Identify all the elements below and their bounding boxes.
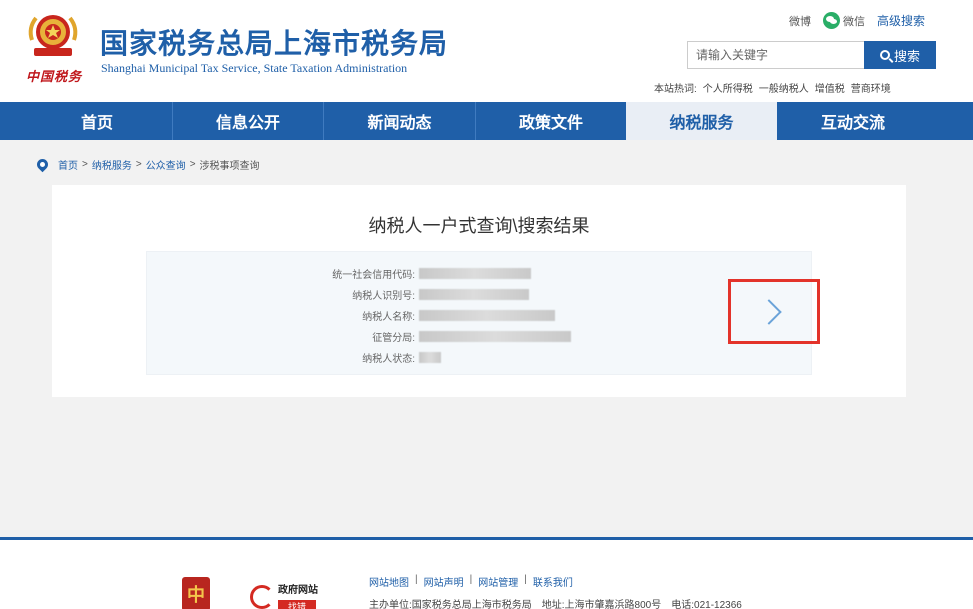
hot-terms: 本站热词: 个人所得税 一般纳税人 增值税 营商环境: [654, 80, 891, 95]
hot-term[interactable]: 个人所得税: [703, 80, 753, 95]
footer-host: 主办单位:国家税务总局上海市税务局: [369, 600, 532, 609]
footer-phone: 电话:021-12366: [671, 600, 742, 609]
hot-term[interactable]: 一般纳税人: [759, 80, 809, 95]
nav-item-news[interactable]: 新闻动态: [323, 102, 475, 140]
field-taxpayer-id: 纳税人识别号:: [147, 287, 529, 302]
field-taxpayer-status: 纳税人状态:: [147, 350, 441, 365]
redacted-value: [419, 351, 441, 363]
breadcrumb-link[interactable]: 公众查询: [146, 157, 186, 172]
gov-site-sub: 找错: [278, 600, 317, 609]
redacted-value: [419, 288, 529, 300]
weibo-link[interactable]: 微博: [789, 13, 811, 29]
nav-item-home[interactable]: 首页: [22, 102, 172, 140]
breadcrumb-separator: >: [82, 159, 88, 170]
field-label: 纳税人名称:: [362, 311, 415, 323]
breadcrumb-current: 涉税事项查询: [199, 161, 260, 172]
search-button[interactable]: 搜索: [864, 41, 936, 69]
search-icon: [879, 50, 890, 60]
redacted-value: [419, 330, 571, 342]
site-subtitle: Shanghai Municipal Tax Service, State Ta…: [101, 61, 408, 75]
result-card: 纳税人一户式查询\搜索结果 统一社会信用代码: 纳税人识别号: 纳税人名称: 征…: [52, 185, 906, 397]
highlight-box: [728, 279, 820, 344]
site-header: 中国税务 国家税务总局上海市税务局 Shanghai Municipal Tax…: [0, 0, 973, 102]
field-label: 征管分局:: [372, 332, 415, 344]
brand-cursive-text: 中国税务: [26, 70, 83, 85]
nav-item-tax-service[interactable]: 纳税服务: [626, 102, 777, 140]
redacted-value: [419, 309, 555, 321]
tax-emblem-logo[interactable]: [24, 10, 82, 60]
gov-site-error-logo[interactable]: 政府网站 找错: [250, 585, 318, 609]
footer-address: 地址:上海市肇嘉浜路800号: [541, 600, 662, 609]
breadcrumb: 首页 > 纳税服务 > 公众查询 > 涉税事项查询: [34, 156, 260, 173]
footer-links: 网站地图 | 网站声明 | 网站管理 | 联系我们: [369, 574, 573, 589]
advanced-search-link[interactable]: 高级搜索: [877, 12, 925, 29]
chevron-right-icon[interactable]: [756, 298, 782, 325]
wechat-icon: [822, 12, 840, 29]
footer-separator: |: [524, 574, 527, 585]
breadcrumb-separator: >: [135, 159, 142, 170]
party-emblem-logo[interactable]: 中: [182, 577, 210, 609]
wechat-label: 微信: [842, 15, 865, 28]
search-input[interactable]: [687, 41, 864, 69]
page: 中国税务 国家税务总局上海市税务局 Shanghai Municipal Tax…: [0, 0, 973, 609]
field-tax-bureau: 征管分局:: [147, 329, 571, 344]
nav-item-info-disclosure[interactable]: 信息公开: [172, 102, 323, 140]
nav-item-interaction[interactable]: 互动交流: [777, 102, 929, 140]
field-label: 纳税人识别号:: [352, 290, 415, 302]
hot-term[interactable]: 增值税: [815, 80, 845, 95]
hot-terms-label: 本站热词:: [654, 84, 697, 95]
footer-link-statement[interactable]: 网站声明: [424, 574, 464, 589]
wechat-link[interactable]: 微信: [822, 12, 865, 29]
field-label: 统一社会信用代码:: [332, 269, 415, 281]
search-bar: 搜索: [687, 41, 936, 69]
top-links: 微博 微信 高级搜索: [789, 12, 925, 29]
hot-term[interactable]: 营商环境: [851, 80, 891, 95]
footer-link-management[interactable]: 网站管理: [478, 574, 518, 589]
footer-separator: |: [415, 574, 418, 585]
field-label: 纳税人状态:: [362, 353, 415, 365]
site-footer: 中 政府网站 找错 网站地图 | 网站声明 | 网站管理 | 联系我们 主办单位…: [0, 540, 973, 609]
breadcrumb-link[interactable]: 首页: [58, 157, 78, 172]
result-title: 纳税人一户式查询\搜索结果: [368, 216, 590, 236]
main-nav: 首页 信息公开 新闻动态 政策文件 纳税服务 互动交流: [0, 102, 973, 140]
gov-site-label: 政府网站: [278, 585, 318, 596]
nav-item-policy[interactable]: 政策文件: [475, 102, 626, 140]
location-pin-icon: [34, 156, 51, 173]
search-button-label: 搜索: [893, 48, 920, 64]
footer-link-sitemap[interactable]: 网站地图: [369, 574, 409, 589]
field-taxpayer-name: 纳税人名称:: [147, 308, 555, 323]
site-title[interactable]: 国家税务总局上海市税务局: [100, 22, 448, 62]
field-credit-code: 统一社会信用代码:: [147, 266, 531, 281]
footer-link-contact[interactable]: 联系我们: [533, 574, 573, 589]
breadcrumb-separator: >: [189, 159, 196, 170]
footer-info: 主办单位:国家税务总局上海市税务局 地址:上海市肇嘉浜路800号 电话:021-…: [369, 596, 742, 609]
footer-separator: |: [469, 574, 473, 585]
magnifier-icon: [250, 585, 274, 609]
result-item[interactable]: 统一社会信用代码: 纳税人识别号: 纳税人名称: 征管分局: 纳税人状态:: [146, 251, 812, 375]
breadcrumb-link[interactable]: 纳税服务: [92, 157, 132, 172]
redacted-value: [419, 267, 531, 279]
